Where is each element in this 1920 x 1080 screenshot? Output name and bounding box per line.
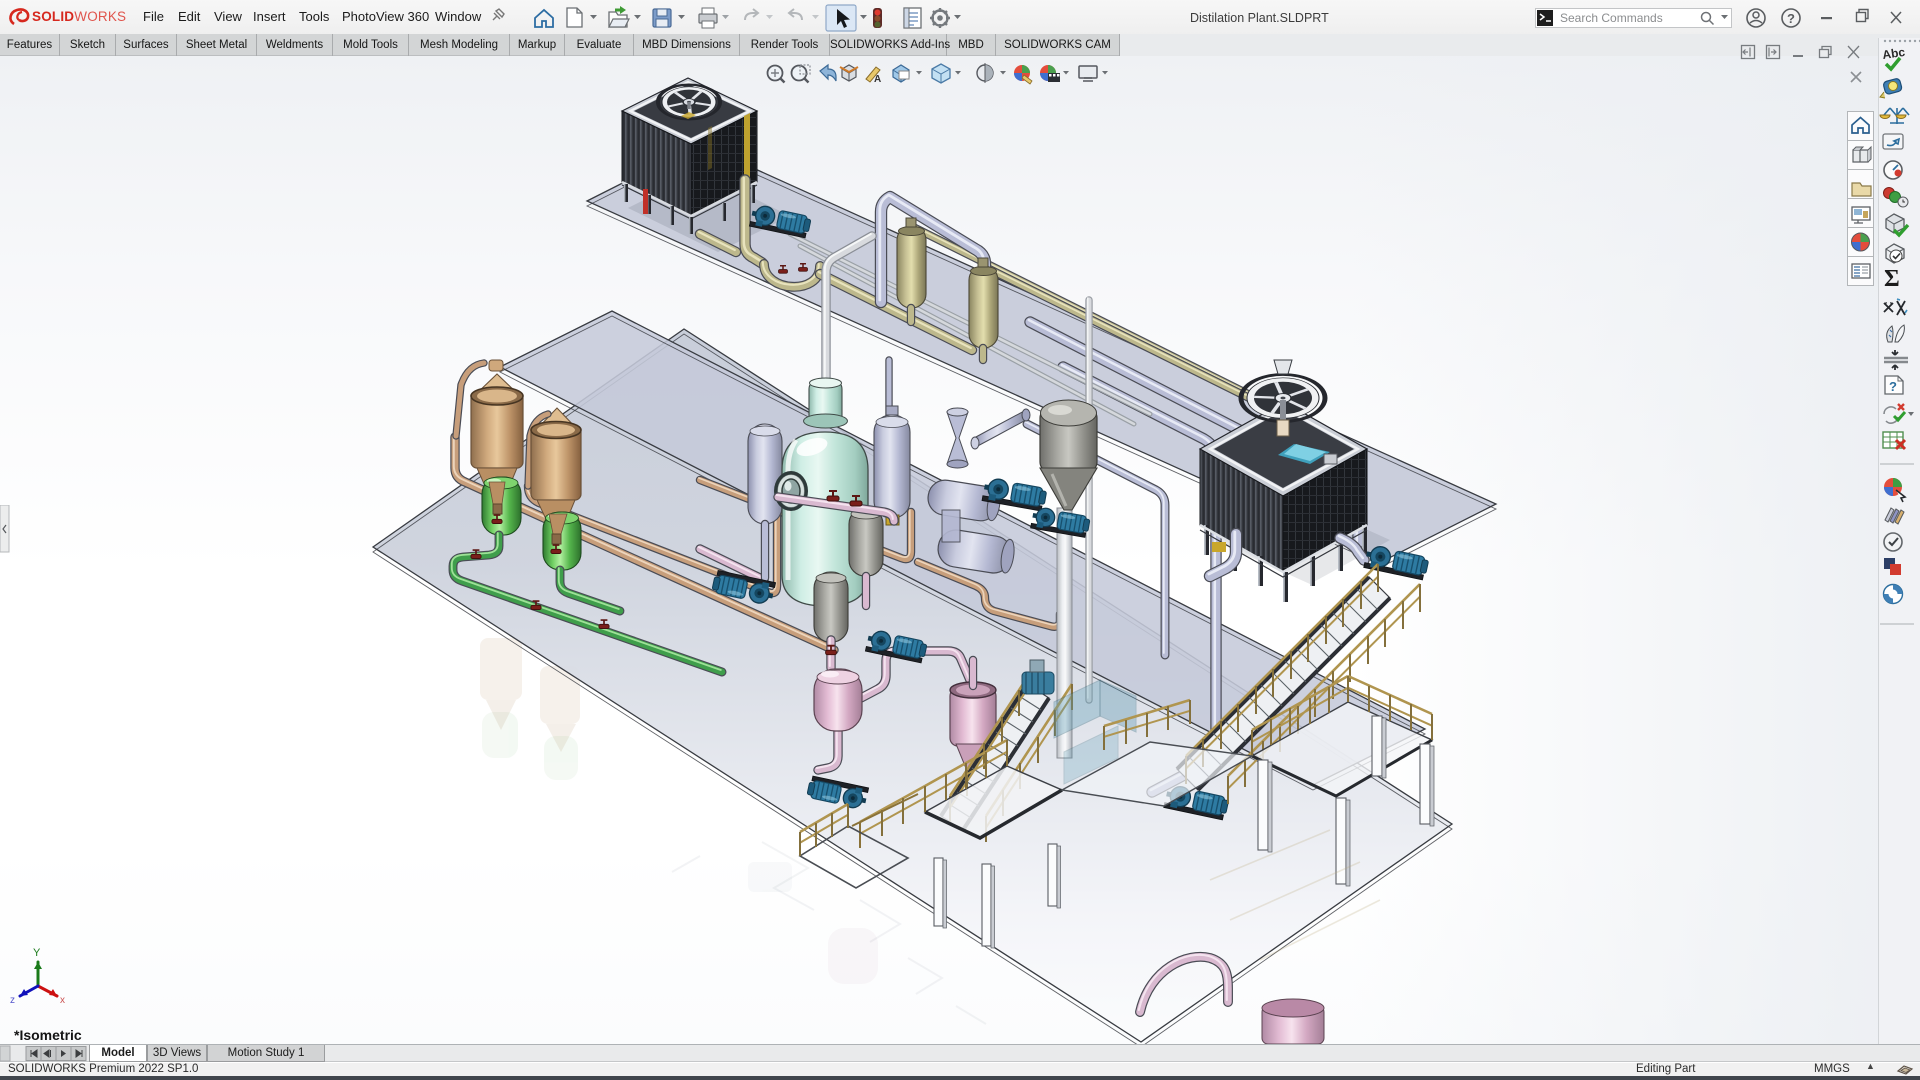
svg-text:?: ? [1787, 11, 1795, 26]
svg-text:Abc: Abc [1881, 45, 1906, 62]
svg-text:*Isometric: *Isometric [14, 1027, 82, 1043]
svg-text:Search Commands: Search Commands [1560, 11, 1663, 25]
svg-text:x: x [60, 995, 65, 1006]
svg-text:A: A [874, 74, 881, 85]
svg-text:Distilation Plant.SLDPRT: Distilation Plant.SLDPRT [1190, 11, 1329, 25]
svg-text:Σ: Σ [1884, 266, 1900, 292]
svg-text:SOLIDWORKS: SOLIDWORKS [32, 9, 126, 24]
svg-text:z: z [10, 995, 15, 1006]
svg-text:Y: Y [33, 947, 41, 959]
svg-text:?: ? [1889, 379, 1897, 394]
